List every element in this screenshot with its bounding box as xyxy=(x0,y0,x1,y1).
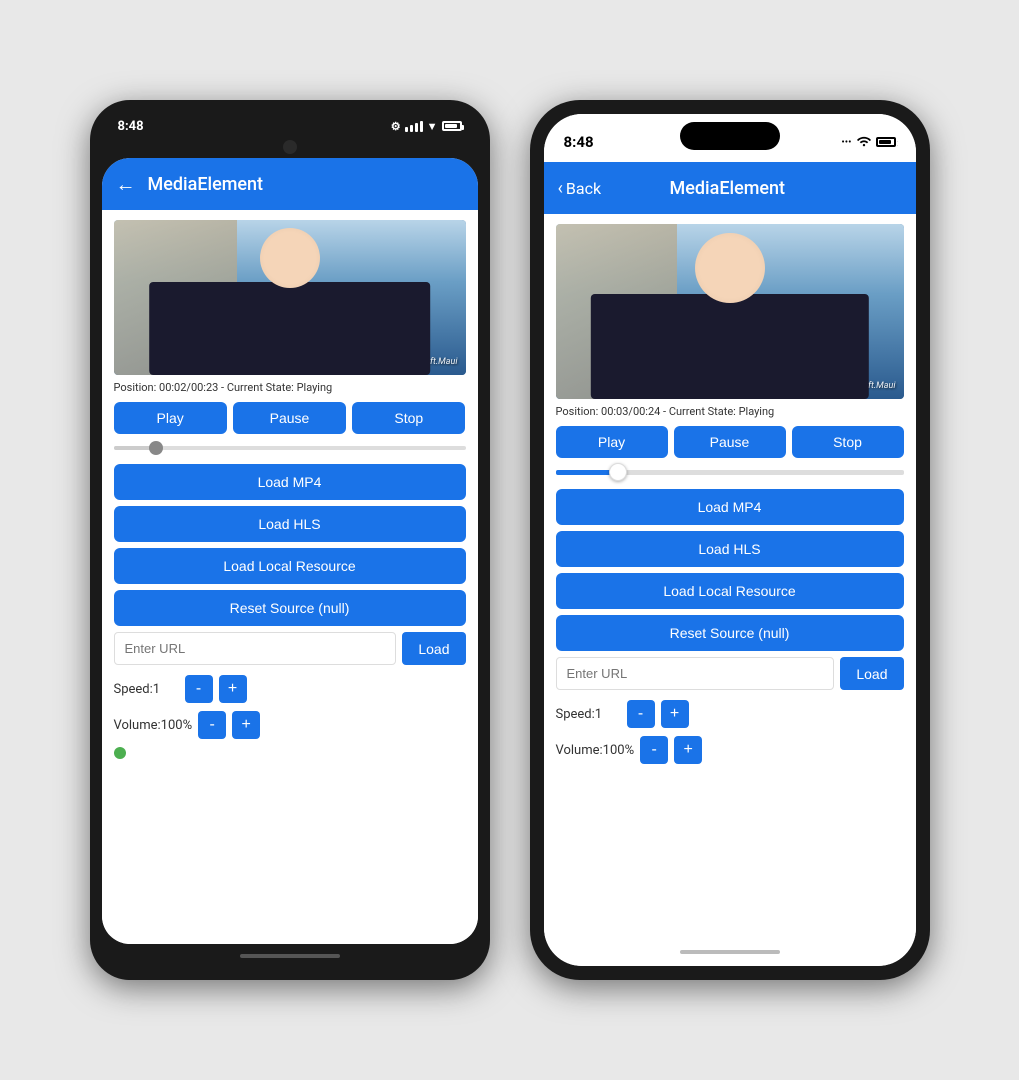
iphone-speed-row: Speed:1 - + xyxy=(556,700,904,728)
iphone-load-mp4-button[interactable]: Load MP4 xyxy=(556,489,904,525)
android-volume-label: Volume:100% xyxy=(114,718,193,733)
iphone-volume-row: Volume:100% - + xyxy=(556,736,904,764)
iphone-volume-minus-button[interactable]: - xyxy=(640,736,668,764)
android-volume-row: Volume:100% - + xyxy=(114,711,466,739)
android-home-bar xyxy=(102,944,478,968)
android-stop-button[interactable]: Stop xyxy=(352,402,465,434)
android-play-button[interactable]: Play xyxy=(114,402,227,434)
iphone-status-text: Position: 00:03/00:24 - Current State: P… xyxy=(556,405,904,418)
android-time: 8:48 xyxy=(118,119,144,134)
iphone-slider-thumb[interactable] xyxy=(609,463,627,481)
iphone-status-icons: ••• xyxy=(841,135,895,150)
iphone-content: using Microsoft.Maui Position: 00:03/00:… xyxy=(544,214,916,938)
iphone-url-input[interactable] xyxy=(556,657,835,690)
iphone-toolbar-title: MediaElement xyxy=(613,178,841,199)
android-toolbar: ← MediaElement xyxy=(102,158,478,210)
iphone-home-line xyxy=(680,950,780,954)
iphone-load-hls-button[interactable]: Load HLS xyxy=(556,531,904,567)
iphone-playback-controls: Play Pause Stop xyxy=(556,426,904,458)
android-toolbar-title: MediaElement xyxy=(148,174,264,195)
iphone-toolbar: ‹ Back MediaElement xyxy=(544,162,916,214)
android-load-hls-button[interactable]: Load HLS xyxy=(114,506,466,542)
iphone-volume-plus-button[interactable]: + xyxy=(674,736,702,764)
iphone-dynamic-island xyxy=(680,122,780,150)
iphone-time: 8:48 xyxy=(564,133,594,151)
android-url-input[interactable] xyxy=(114,632,397,665)
android-slider-fill xyxy=(114,446,156,450)
iphone-play-button[interactable]: Play xyxy=(556,426,668,458)
android-pause-button[interactable]: Pause xyxy=(233,402,346,434)
android-signal-icon xyxy=(405,120,423,132)
iphone-volume-label: Volume:100% xyxy=(556,743,635,758)
iphone-home-bar xyxy=(544,938,916,966)
iphone-speed-minus-button[interactable]: - xyxy=(627,700,655,728)
iphone-stop-button[interactable]: Stop xyxy=(792,426,904,458)
android-phone: 8:48 ⚙ ▼ ← MediaElement xyxy=(90,100,490,980)
android-speed-row: Speed:1 - + xyxy=(114,675,466,703)
android-slider-track[interactable] xyxy=(114,446,466,450)
iphone-wifi-icon xyxy=(857,135,871,150)
android-video-head xyxy=(260,228,320,288)
android-status-text: Position: 00:02/00:23 - Current State: P… xyxy=(114,381,466,394)
iphone-back-button[interactable]: ‹ Back xyxy=(558,178,602,199)
android-speed-plus-button[interactable]: + xyxy=(219,675,247,703)
android-speed-label: Speed:1 xyxy=(114,682,179,697)
iphone-dots-icon: ••• xyxy=(841,137,851,148)
iphone-slider-track[interactable] xyxy=(556,470,904,475)
iphone-slider-fill xyxy=(556,470,619,475)
iphone-chevron-icon: ‹ xyxy=(558,178,563,199)
android-slider-container xyxy=(114,442,466,454)
android-green-row xyxy=(114,747,466,759)
iphone: 8:48 ••• xyxy=(530,100,930,980)
android-content: using Microsoft.Maui Position: 00:02/00:… xyxy=(102,210,478,944)
android-load-mp4-button[interactable]: Load MP4 xyxy=(114,464,466,500)
iphone-speed-plus-button[interactable]: + xyxy=(661,700,689,728)
android-back-button[interactable]: ← xyxy=(116,172,136,197)
iphone-screen: 8:48 ••• xyxy=(544,114,916,966)
android-status-bar: 8:48 ⚙ ▼ xyxy=(102,112,478,140)
android-slider-thumb[interactable] xyxy=(149,441,163,455)
android-reset-source-button[interactable]: Reset Source (null) xyxy=(114,590,466,626)
android-settings-icon: ⚙ xyxy=(391,120,401,133)
android-volume-minus-button[interactable]: - xyxy=(198,711,226,739)
android-load-button[interactable]: Load xyxy=(402,632,465,665)
android-video-player[interactable]: using Microsoft.Maui xyxy=(114,220,466,375)
android-url-row: Load xyxy=(114,632,466,665)
iphone-load-button[interactable]: Load xyxy=(840,657,903,690)
android-home-line xyxy=(240,954,340,958)
iphone-reset-source-button[interactable]: Reset Source (null) xyxy=(556,615,904,651)
android-load-local-button[interactable]: Load Local Resource xyxy=(114,548,466,584)
android-speed-minus-button[interactable]: - xyxy=(185,675,213,703)
android-camera xyxy=(283,140,297,154)
android-playback-controls: Play Pause Stop xyxy=(114,402,466,434)
iphone-url-row: Load xyxy=(556,657,904,690)
iphone-slider-container xyxy=(556,466,904,479)
iphone-video-player[interactable]: using Microsoft.Maui xyxy=(556,224,904,399)
android-video-body xyxy=(149,282,431,375)
iphone-back-label: Back xyxy=(566,179,601,198)
android-battery-icon xyxy=(442,121,462,131)
iphone-battery-icon xyxy=(876,137,896,147)
iphone-video-head xyxy=(695,233,765,303)
android-wifi-icon: ▼ xyxy=(427,120,438,133)
android-screen: ← MediaElement using Microsoft.Maui Posi… xyxy=(102,158,478,944)
scene: 8:48 ⚙ ▼ ← MediaElement xyxy=(50,60,970,1020)
android-volume-plus-button[interactable]: + xyxy=(232,711,260,739)
iphone-status-bar: 8:48 ••• xyxy=(544,114,916,162)
iphone-pause-button[interactable]: Pause xyxy=(674,426,786,458)
iphone-video-body xyxy=(590,294,868,399)
android-green-dot xyxy=(114,747,126,759)
iphone-speed-label: Speed:1 xyxy=(556,707,621,722)
iphone-load-local-button[interactable]: Load Local Resource xyxy=(556,573,904,609)
